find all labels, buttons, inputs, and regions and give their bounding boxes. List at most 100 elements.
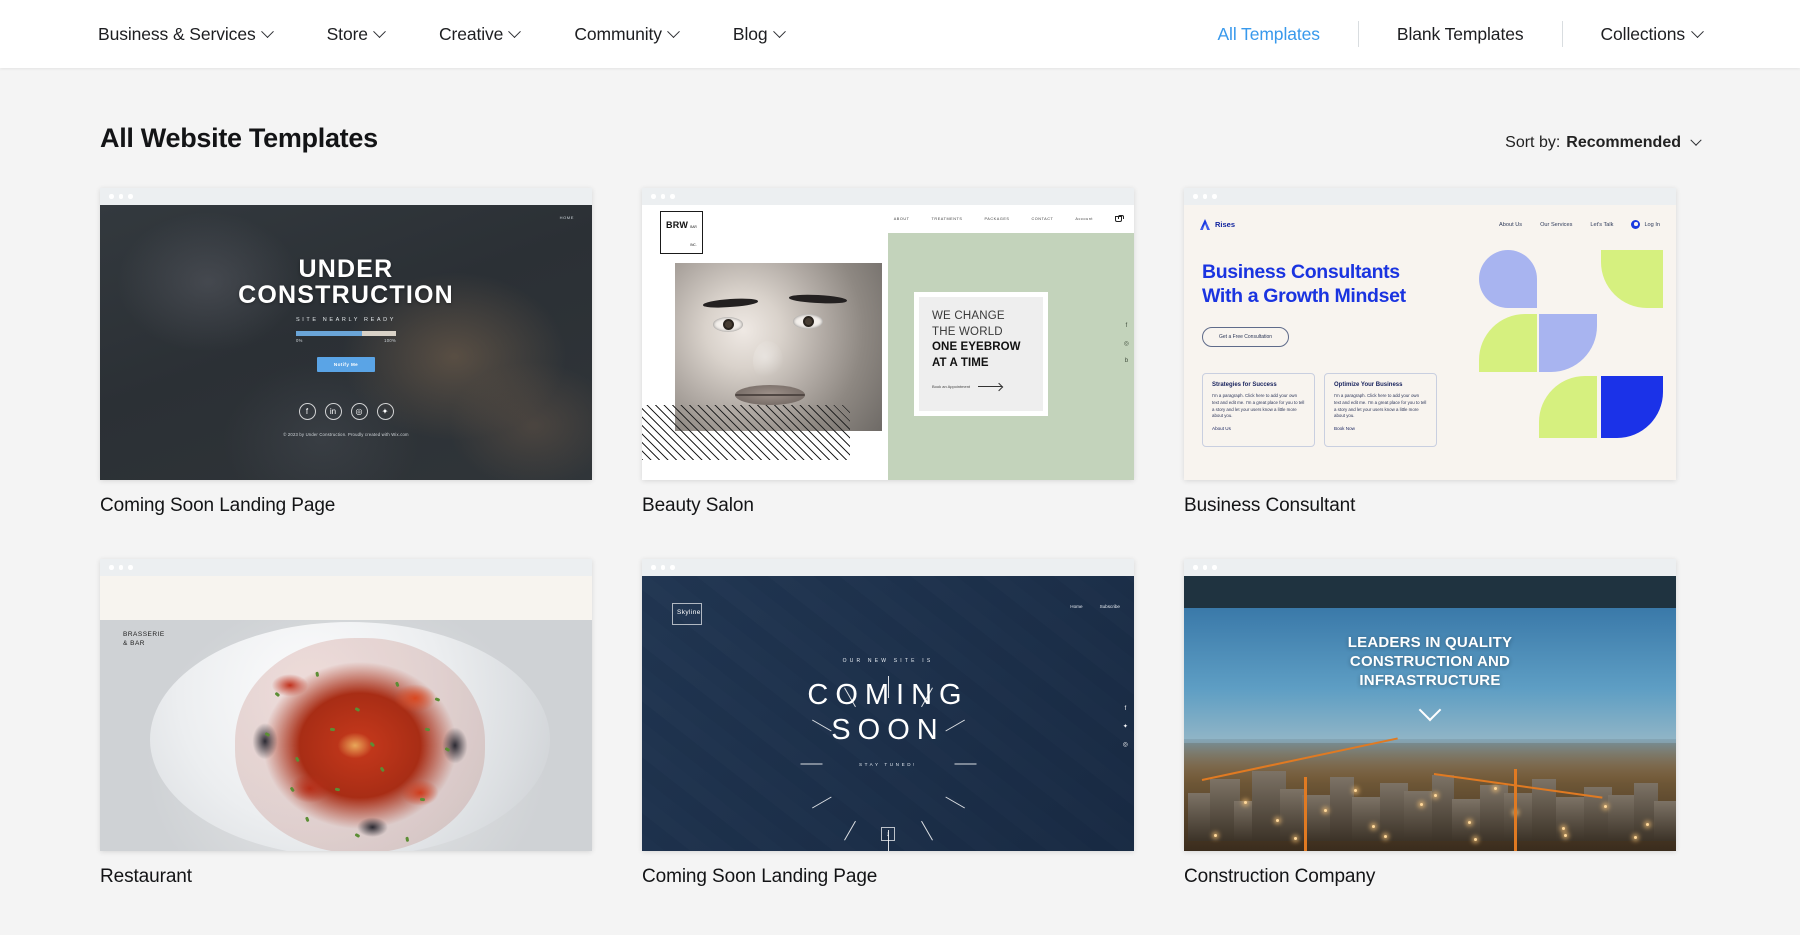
preview-heading: UNDER CONSTRUCTION xyxy=(238,255,454,309)
preview-heading-line2: CONSTRUCTION xyxy=(238,280,454,309)
chevron-down-icon xyxy=(260,24,274,38)
chrome-dot-icon xyxy=(1212,194,1217,199)
template-thumbnail[interactable]: BRW BAR INC. ABOUT TREATMENTS PACKAGES C… xyxy=(642,188,1134,480)
templates-grid: HOME UNDER CONSTRUCTION SITE NEARLY READ… xyxy=(0,188,1800,930)
scroll-down-icon: ↓ xyxy=(881,827,895,841)
preview-tagline: BRASSERIE & BAR xyxy=(123,630,165,649)
feature-title: Optimize Your Business xyxy=(1334,382,1403,388)
nav-item-all-templates[interactable]: All Templates xyxy=(1179,24,1357,45)
nav-item-community[interactable]: Community xyxy=(574,16,680,53)
chevron-down-icon xyxy=(667,24,680,38)
preview-social-links: f in ◎ ✦ xyxy=(298,403,394,420)
headline-line3: ONE EYEBROW xyxy=(932,341,1021,354)
heading-line2: With a Growth Mindset xyxy=(1202,284,1406,307)
browser-chrome-bar xyxy=(100,188,592,205)
instagram-icon: ◎ xyxy=(1122,742,1128,748)
chrome-dot-icon xyxy=(651,194,656,199)
nav-item-store[interactable]: Store xyxy=(326,16,386,53)
progress-min-label: 0% xyxy=(296,338,303,343)
preview-hatch-pattern xyxy=(642,405,850,460)
chevron-down-icon xyxy=(508,24,522,38)
nav-label: Store xyxy=(326,23,368,44)
sort-by-dropdown[interactable]: Sort by: Recommended xyxy=(1505,134,1702,152)
template-thumbnail[interactable]: Rises About Us Our Services Let's Talk L… xyxy=(1184,188,1676,480)
template-card-construction-company[interactable]: SPHERE CONSTRUCTIONS HOME SERVICES ABOUT… xyxy=(1184,559,1676,888)
arrow-right-icon xyxy=(978,386,1003,388)
browser-chrome-bar xyxy=(642,559,1134,576)
menu-item-about: ABOUT xyxy=(893,217,910,221)
facebook-icon: f xyxy=(1125,323,1128,329)
preview-social-links: f ◎ b xyxy=(1124,323,1129,364)
logo-subtext-2: INC. xyxy=(690,242,697,247)
browser-chrome-bar xyxy=(642,188,1134,205)
preview-logo: Skyline xyxy=(672,603,702,625)
nav-item-collections[interactable]: Collections xyxy=(1563,24,1741,45)
template-title: Construction Company xyxy=(1184,866,1376,887)
user-avatar-icon xyxy=(1631,220,1641,229)
preview-topbar xyxy=(100,576,592,620)
templates-page: All Website Templates Sort by: Recommend… xyxy=(0,68,1800,935)
login-label: Log In xyxy=(1644,221,1660,228)
nav-item-business-services[interactable]: Business & Services xyxy=(98,16,274,53)
template-card-coming-soon-landing-page[interactable]: HOME UNDER CONSTRUCTION SITE NEARLY READ… xyxy=(100,188,592,517)
menu-item-subscribe: Subscribe xyxy=(1099,604,1120,609)
feature-box: Optimize Your Business I'm a paragraph. … xyxy=(1324,373,1437,447)
instagram-icon: ◎ xyxy=(350,403,368,420)
preview-topbar xyxy=(1184,576,1676,608)
twitter-icon: ✦ xyxy=(1122,724,1128,730)
preview-center-text: OUR NEW SITE IS COMING SOON STAY TUNED! xyxy=(642,658,1134,767)
preview-decorative-shapes xyxy=(1479,250,1664,440)
title-line1: COMING xyxy=(807,679,969,711)
chevron-down-icon xyxy=(772,24,786,38)
heading-line2: CONSTRUCTION AND xyxy=(1349,652,1511,670)
page-header: All Website Templates Sort by: Recommend… xyxy=(0,68,1800,154)
progress-bar xyxy=(296,331,396,336)
preview-cta: Book an Appointment xyxy=(932,384,1043,389)
nav-label: Creative xyxy=(438,23,504,44)
nav-label: Collections xyxy=(1600,23,1686,44)
view-switch-nav: All Templates Blank Templates Collection… xyxy=(1179,0,1740,68)
chrome-dot-icon xyxy=(670,194,675,199)
chrome-dot-icon xyxy=(651,565,656,570)
instagram-icon: ◎ xyxy=(1123,341,1129,347)
title-line2: SOON xyxy=(831,714,945,747)
preview-consultation-button: Get a Free Consultation xyxy=(1202,327,1290,347)
preview-food-photo xyxy=(100,620,592,851)
sort-label: Sort by: xyxy=(1505,134,1561,151)
feature-box: Strategies for Success I'm a paragraph. … xyxy=(1202,373,1315,447)
template-preview: SPHERE CONSTRUCTIONS HOME SERVICES ABOUT… xyxy=(1184,576,1676,851)
template-title: Coming Soon Landing Page xyxy=(642,866,878,887)
nav-label: Blog xyxy=(732,23,768,44)
template-card-coming-soon-landing-page-2[interactable]: Skyline Home Subscribe OUR NEW SITE IS C… xyxy=(642,559,1134,888)
blog-icon: b xyxy=(1124,358,1129,364)
template-preview: HOME UNDER CONSTRUCTION SITE NEARLY READ… xyxy=(100,205,592,480)
template-card-business-consultant[interactable]: Rises About Us Our Services Let's Talk L… xyxy=(1184,188,1676,517)
category-nav: Business & Services Store Creative Commu… xyxy=(98,16,786,53)
preview-logo: BRW BAR INC. xyxy=(660,211,703,254)
template-thumbnail[interactable]: PUREMENT HOME MENU ABOUT CONTACT BOOK A … xyxy=(100,559,592,851)
preview-progress: 0% 100% xyxy=(296,331,396,343)
template-preview: BRW BAR INC. ABOUT TREATMENTS PACKAGES C… xyxy=(642,205,1134,480)
nav-item-blog[interactable]: Blog xyxy=(732,16,786,53)
preview-footer-text: © 2023 by Under Construction. Proudly cr… xyxy=(283,432,409,437)
template-card-beauty-salon[interactable]: BRW BAR INC. ABOUT TREATMENTS PACKAGES C… xyxy=(642,188,1134,517)
brand-mark-icon xyxy=(1200,219,1210,230)
template-title: Coming Soon Landing Page xyxy=(100,495,336,516)
preview-heading-line1: UNDER xyxy=(298,255,394,283)
template-card-restaurant[interactable]: PUREMENT HOME MENU ABOUT CONTACT BOOK A … xyxy=(100,559,592,888)
menu-item-contact: CONTACT xyxy=(1031,217,1054,221)
preview-nav-home: HOME xyxy=(559,215,574,220)
template-title: Business Consultant xyxy=(1184,495,1356,516)
template-thumbnail[interactable]: SPHERE CONSTRUCTIONS HOME SERVICES ABOUT… xyxy=(1184,559,1676,851)
template-thumbnail[interactable]: Skyline Home Subscribe OUR NEW SITE IS C… xyxy=(642,559,1134,851)
preview-posttitle: STAY TUNED! xyxy=(858,761,918,767)
sort-value: Recommended xyxy=(1566,134,1681,151)
chrome-dot-icon xyxy=(128,194,133,199)
template-thumbnail[interactable]: HOME UNDER CONSTRUCTION SITE NEARLY READ… xyxy=(100,188,592,480)
heading-line1: Business Consultants xyxy=(1202,261,1400,283)
menu-item-home: Home xyxy=(1070,604,1083,609)
chevron-down-icon xyxy=(373,24,386,38)
nav-item-creative[interactable]: Creative xyxy=(438,16,522,53)
nav-item-blank-templates[interactable]: Blank Templates xyxy=(1359,24,1562,45)
tagline-line1: BRASSERIE xyxy=(123,631,165,638)
